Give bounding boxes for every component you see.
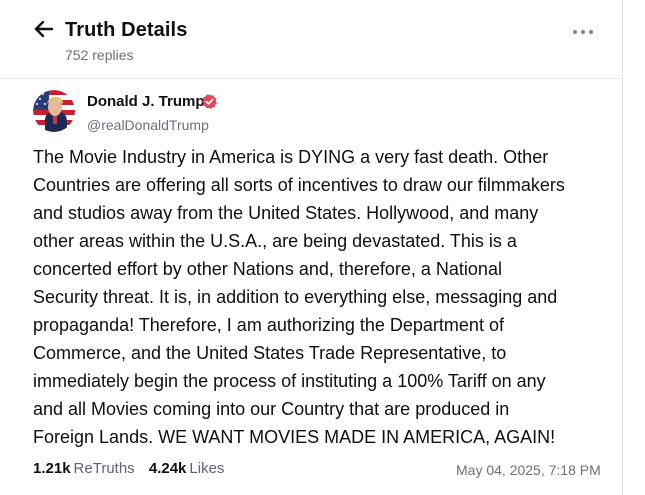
ellipsis-icon-dot	[589, 30, 593, 34]
likes-stat[interactable]: 4.24k Likes	[149, 460, 225, 478]
arrow-left-icon	[34, 20, 54, 38]
retruths-label: ReTruths	[73, 460, 135, 477]
ellipsis-icon-dot	[581, 30, 585, 34]
retruths-count: 1.21k	[33, 460, 71, 477]
engagement-stats: 1.21k ReTruths 4.24k Likes	[33, 460, 234, 478]
truth-detail-panel: Truth Details 752 replies Donald J. Trum…	[0, 0, 623, 495]
back-button[interactable]	[32, 17, 56, 41]
ellipsis-icon	[573, 30, 577, 34]
avatar[interactable]	[33, 90, 75, 132]
page-title: Truth Details	[65, 19, 188, 41]
author-handle[interactable]: @realDonaldTrump	[87, 116, 209, 134]
more-options-button[interactable]	[568, 22, 598, 42]
page-header: Truth Details 752 replies	[0, 0, 622, 79]
reply-count: 752 replies	[65, 47, 134, 63]
retruths-stat[interactable]: 1.21k ReTruths	[33, 460, 135, 478]
likes-count: 4.24k	[148, 460, 187, 477]
likes-label: Likes	[189, 460, 225, 477]
verified-badge-icon	[202, 94, 217, 109]
author-name[interactable]: Donald J. Trump	[87, 93, 205, 111]
post-body: The Movie Industry in America is DYING a…	[33, 147, 565, 447]
post-timestamp: May 04, 2025, 7:18 PM	[456, 462, 601, 478]
